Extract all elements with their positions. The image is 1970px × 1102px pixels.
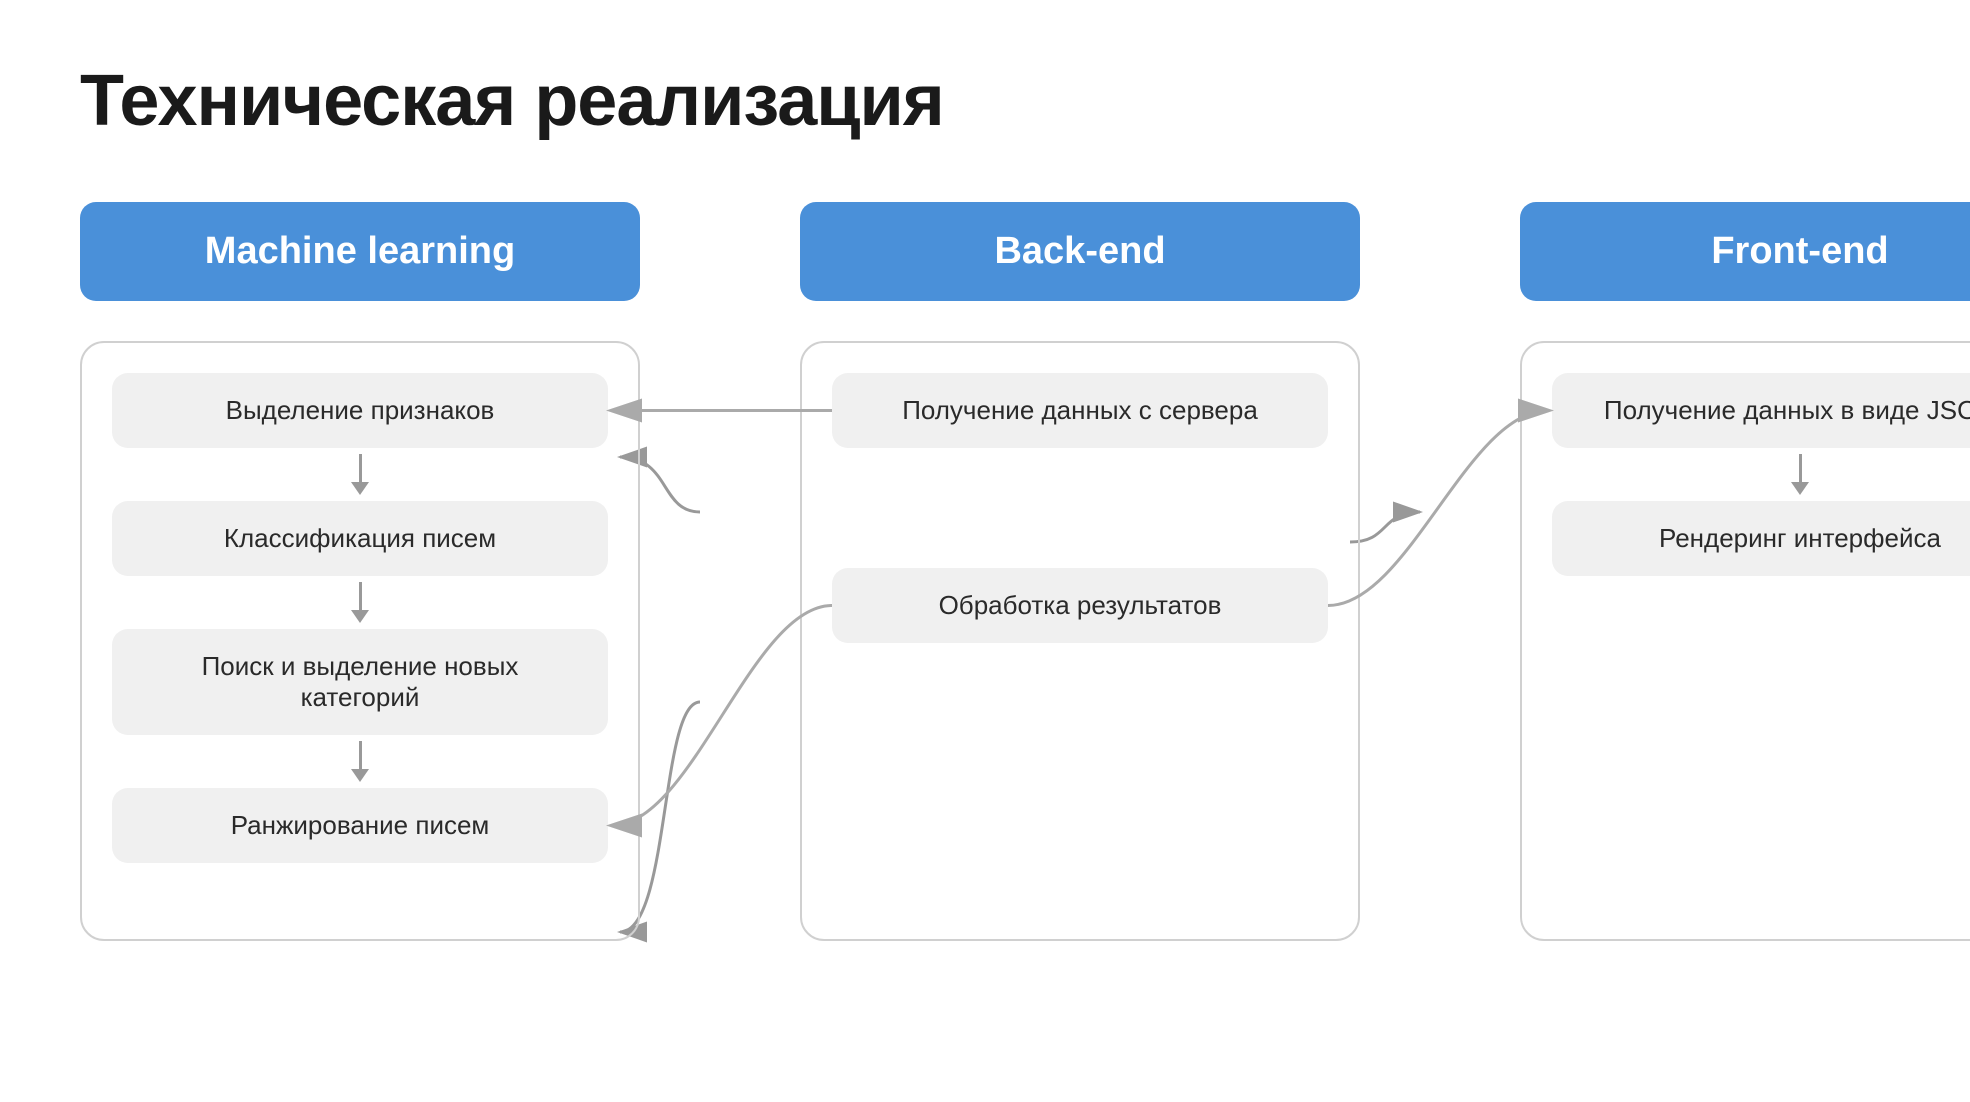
ml-header: Machine learning: [80, 202, 640, 301]
column-frontend: Front-end Получение данных в виде JSON Р…: [1520, 202, 1970, 941]
ml-arrow-3: [351, 741, 369, 782]
column-backend: Back-end Получение данных с сервера Обра…: [800, 202, 1360, 941]
ml-header-text: Machine learning: [205, 230, 515, 272]
ml-step-2: Классификация писем: [112, 501, 608, 576]
backend-step-2: Обработка результатов: [832, 568, 1328, 643]
ml-step-4: Ранжирование писем: [112, 788, 608, 863]
backend-box: Получение данных с сервера Обработка рез…: [800, 341, 1360, 941]
backend-header: Back-end: [800, 202, 1360, 301]
frontend-header-text: Front-end: [1711, 230, 1888, 272]
column-ml: Machine learning Выделение признаков Кла…: [80, 202, 640, 941]
ml-step-3: Поиск и выделение новых категорий: [112, 629, 608, 735]
ml-step-1: Выделение признаков: [112, 373, 608, 448]
frontend-box: Получение данных в виде JSON Рендеринг и…: [1520, 341, 1970, 941]
page-title: Техническая реализация: [80, 60, 1890, 142]
frontend-step-2: Рендеринг интерфейса: [1552, 501, 1970, 576]
frontend-step-1: Получение данных в виде JSON: [1552, 373, 1970, 448]
diagram: Machine learning Выделение признаков Кла…: [80, 202, 1890, 941]
backend-step-1: Получение данных с сервера: [832, 373, 1328, 448]
ml-box: Выделение признаков Классификация писем …: [80, 341, 640, 941]
backend-header-text: Back-end: [994, 230, 1165, 272]
frontend-header: Front-end: [1520, 202, 1970, 301]
ml-arrow-1: [351, 454, 369, 495]
frontend-arrow-1: [1791, 454, 1809, 495]
ml-arrow-2: [351, 582, 369, 623]
